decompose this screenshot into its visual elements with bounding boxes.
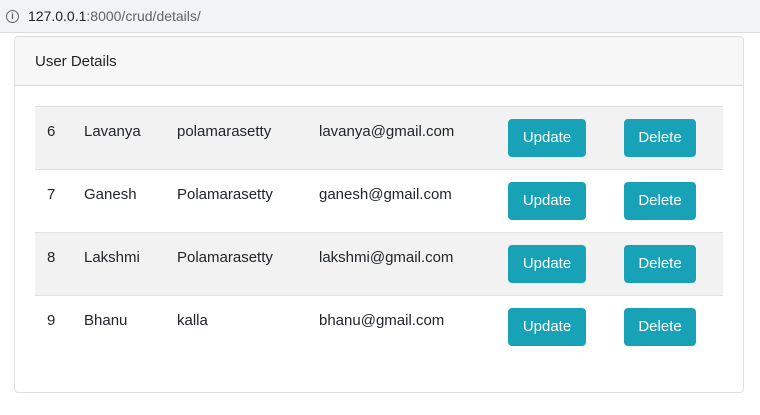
cell-first-name: Lavanya [84,106,177,170]
url-host: 127.0.0.1 [28,8,87,24]
cell-first-name: Lakshmi [84,232,177,296]
card-title: User Details [35,52,117,70]
delete-button[interactable]: Delete [624,182,696,220]
cell-id: 8 [35,232,84,296]
update-button[interactable]: Update [508,245,586,283]
cell-last-name: kalla [177,295,319,359]
table-row: 7 Ganesh Polamarasetty ganesh@gmail.com … [35,169,723,233]
cell-email: lakshmi@gmail.com [319,232,508,296]
delete-button[interactable]: Delete [624,119,696,157]
update-button[interactable]: Update [508,308,586,346]
cell-email: ganesh@gmail.com [319,169,508,233]
url-text[interactable]: 127.0.0.1:8000/crud/details/ [28,8,201,24]
user-details-card: User Details 6 Lavanya polamarasetty lav… [14,36,744,393]
update-button[interactable]: Update [508,119,586,157]
delete-button[interactable]: Delete [624,245,696,283]
cell-email: lavanya@gmail.com [319,106,508,170]
cell-first-name: Bhanu [84,295,177,359]
info-icon[interactable]: i [6,9,19,23]
users-table: 6 Lavanya polamarasetty lavanya@gmail.co… [35,106,723,359]
cell-id: 7 [35,169,84,233]
cell-update: Update [508,295,624,359]
address-bar[interactable]: i 127.0.0.1:8000/crud/details/ [0,0,760,33]
cell-email: bhanu@gmail.com [319,295,508,359]
cell-delete: Delete [624,106,723,170]
table-row: 9 Bhanu kalla bhanu@gmail.com Update Del… [35,295,723,359]
cell-update: Update [508,169,624,233]
cell-update: Update [508,106,624,170]
cell-delete: Delete [624,169,723,233]
cell-id: 9 [35,295,84,359]
card-header: User Details [15,37,743,86]
update-button[interactable]: Update [508,182,586,220]
cell-last-name: polamarasetty [177,106,319,170]
table-row: 6 Lavanya polamarasetty lavanya@gmail.co… [35,106,723,170]
delete-button[interactable]: Delete [624,308,696,346]
cell-delete: Delete [624,295,723,359]
card-body: 6 Lavanya polamarasetty lavanya@gmail.co… [15,86,743,379]
cell-id: 6 [35,106,84,170]
cell-last-name: Polamarasetty [177,169,319,233]
table-row: 8 Lakshmi Polamarasetty lakshmi@gmail.co… [35,232,723,296]
cell-update: Update [508,232,624,296]
cell-delete: Delete [624,232,723,296]
url-path: :8000/crud/details/ [86,8,201,24]
cell-first-name: Ganesh [84,169,177,233]
cell-last-name: Polamarasetty [177,232,319,296]
